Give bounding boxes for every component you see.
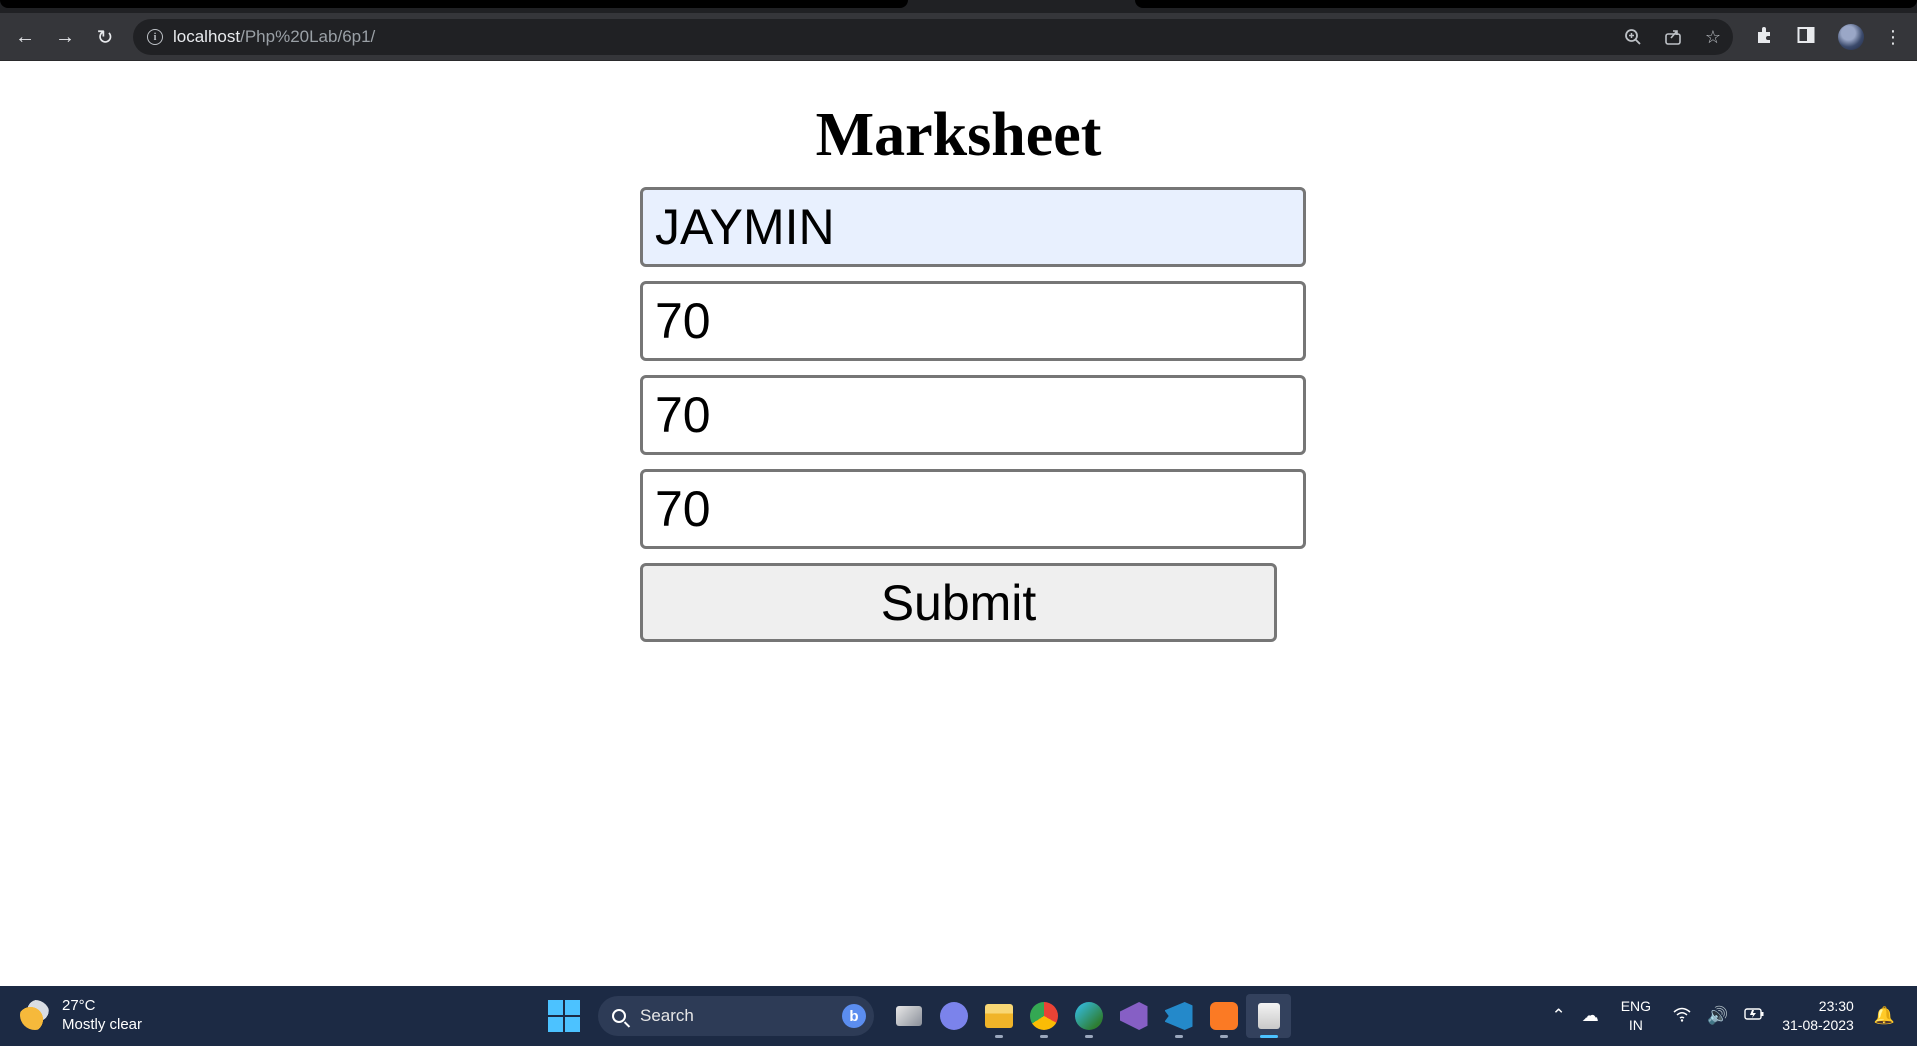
browser-toolbar: ← → ↻ i localhost/Php%20Lab/6p1/ ☆ ⋮: [0, 13, 1917, 61]
taskbar: 27°C Mostly clear Search b ⌃ ☁ ENG IN 🔊 …: [0, 986, 1917, 1046]
wifi-icon[interactable]: [1673, 1006, 1691, 1027]
side-panel-icon: [1797, 26, 1815, 49]
back-button[interactable]: ←: [10, 22, 40, 52]
page-title: Marksheet: [815, 101, 1102, 169]
more-menu-button[interactable]: ⋮: [1884, 22, 1902, 52]
snipping-tool-icon[interactable]: [1246, 994, 1291, 1038]
reload-button[interactable]: ↻: [90, 22, 120, 52]
language-indicator[interactable]: ENG IN: [1621, 997, 1651, 1035]
more-menu-icon: ⋮: [1884, 26, 1902, 47]
clock-time: 23:30: [1818, 998, 1854, 1014]
extensions-button[interactable]: [1755, 22, 1775, 52]
chrome-icon[interactable]: [1021, 994, 1066, 1038]
windows-start-icon[interactable]: [548, 1000, 580, 1032]
xampp-icon[interactable]: [1201, 994, 1246, 1038]
edge-icon[interactable]: [1066, 994, 1111, 1038]
side-panel-button[interactable]: [1797, 22, 1815, 52]
share-icon[interactable]: [1653, 19, 1693, 55]
marks-input-1[interactable]: [640, 281, 1306, 361]
task-view-icon[interactable]: [886, 994, 931, 1038]
submit-button[interactable]: Submit: [640, 563, 1277, 642]
site-info-icon[interactable]: i: [147, 29, 163, 45]
bookmark-star-icon[interactable]: ☆: [1693, 19, 1733, 55]
battery-icon[interactable]: [1744, 1006, 1764, 1026]
url-text[interactable]: localhost/Php%20Lab/6p1/: [173, 27, 375, 47]
taskbar-apps: Search b: [548, 994, 1291, 1038]
search-icon: [612, 1009, 626, 1023]
marks-input-3[interactable]: [640, 469, 1306, 549]
weather-temperature: 27°C: [62, 997, 96, 1014]
forward-arrow-icon: →: [55, 25, 75, 48]
volume-icon[interactable]: 🔊: [1707, 1006, 1728, 1026]
reload-icon: ↻: [96, 26, 114, 49]
weather-widget[interactable]: 27°C Mostly clear: [20, 996, 142, 1034]
tab-strip: [0, 0, 1917, 13]
forward-button[interactable]: →: [50, 22, 80, 52]
visual-studio-icon[interactable]: [1111, 994, 1156, 1038]
inactive-tab[interactable]: [0, 0, 908, 8]
inactive-tab[interactable]: [1135, 0, 1917, 8]
marks-input-2[interactable]: [640, 375, 1306, 455]
teams-chat-icon[interactable]: [931, 994, 976, 1038]
back-arrow-icon: ←: [15, 25, 35, 48]
bing-icon[interactable]: b: [842, 1004, 866, 1028]
language-region: IN: [1628, 1017, 1643, 1033]
moon-cloud-icon: [20, 1000, 50, 1030]
profile-avatar: [1838, 24, 1864, 50]
vscode-icon[interactable]: [1156, 994, 1201, 1038]
notification-bell-icon[interactable]: 🔔: [1874, 1006, 1895, 1026]
profile-button[interactable]: [1838, 22, 1864, 52]
system-tray: ⌃ ☁ ENG IN 🔊 23:30 31-08-2023 🔔: [1543, 986, 1903, 1046]
search-label: Search: [640, 1006, 694, 1025]
name-input[interactable]: [640, 187, 1306, 267]
clock[interactable]: 23:30 31-08-2023: [1782, 997, 1854, 1035]
taskbar-search[interactable]: Search b: [598, 996, 874, 1036]
onedrive-cloud-icon[interactable]: ☁: [1582, 1006, 1599, 1026]
address-bar[interactable]: i localhost/Php%20Lab/6p1/ ☆: [133, 19, 1733, 55]
language-code: ENG: [1620, 998, 1652, 1014]
weather-condition: Mostly clear: [62, 1016, 143, 1033]
file-explorer-icon[interactable]: [976, 994, 1021, 1038]
chevron-up-icon[interactable]: ⌃: [1551, 1006, 1565, 1026]
zoom-icon[interactable]: [1613, 19, 1653, 55]
clock-date: 31-08-2023: [1782, 1017, 1854, 1033]
url-host: localhost: [173, 27, 241, 46]
omnibox-actions: ☆: [1613, 19, 1733, 55]
url-path: /Php%20Lab/6p1/: [240, 27, 376, 46]
extensions-icon: [1755, 25, 1775, 50]
